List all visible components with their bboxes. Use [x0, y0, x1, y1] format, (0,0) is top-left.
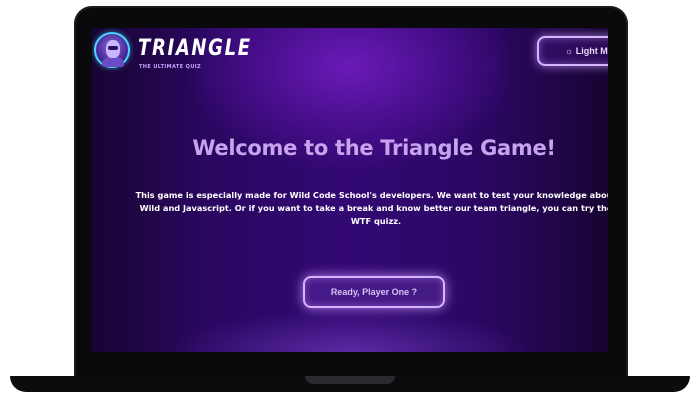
intro-text: This game is especially made for Wild Co…: [135, 190, 608, 226]
theme-button-label: ☼ Light Mo: [565, 46, 608, 56]
page-title: Welcome to the Triangle Game!: [192, 136, 556, 160]
laptop-notch: [305, 376, 395, 384]
app-screen: TRIANGLE THE ULTIMATE QUIZ ☼ Light Mo We…: [92, 28, 608, 352]
logo-body: [102, 57, 124, 67]
robot-avatar-icon[interactable]: [94, 32, 130, 68]
brand-subtitle: THE ULTIMATE QUIZ: [139, 64, 202, 70]
light-mode-button[interactable]: ☼ Light Mo: [537, 36, 608, 66]
start-game-button[interactable]: Ready, Player One ?: [303, 276, 445, 308]
start-button-label: Ready, Player One ?: [330, 287, 418, 297]
brand-title: TRIANGLE: [138, 36, 252, 61]
laptop-mockup: TRIANGLE THE ULTIMATE QUIZ ☼ Light Mo We…: [0, 0, 700, 400]
logo-visor: [108, 46, 118, 50]
